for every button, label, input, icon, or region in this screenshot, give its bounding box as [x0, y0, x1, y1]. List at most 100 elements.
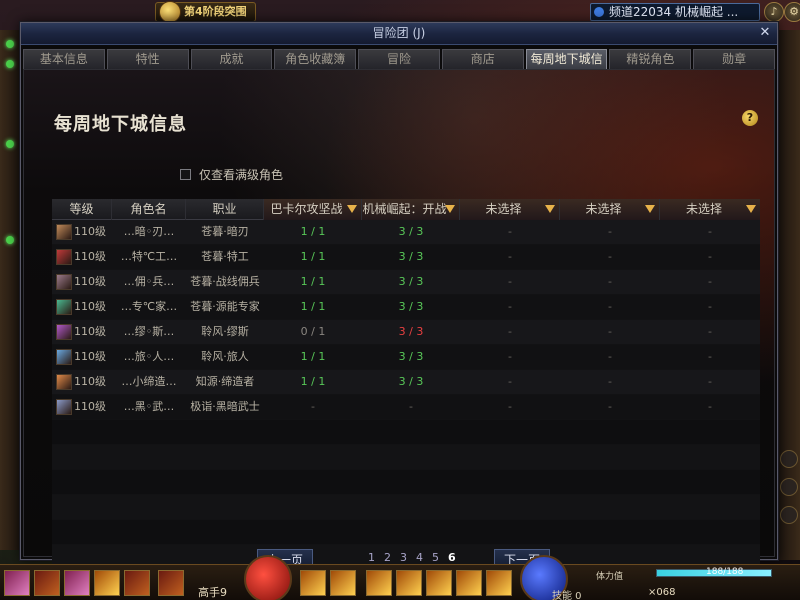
max-level-label: 仅查看满级角色 [199, 168, 284, 182]
skill-slot[interactable] [486, 570, 512, 596]
empty-row [52, 470, 760, 495]
globe-icon [594, 7, 604, 17]
cell-d4: - [608, 375, 612, 388]
bell-icon[interactable]: ♪ [764, 2, 784, 22]
cell-d1: 1 / 1 [300, 375, 326, 388]
page-number[interactable]: 5 [432, 551, 439, 564]
table-row[interactable]: 110级 …旅◦人… 聆风·旅人 1 / 1 3 / 3 - - - [52, 345, 760, 370]
cell-d5: - [708, 250, 712, 263]
skill-slot[interactable] [158, 570, 184, 596]
dungeon-select-3[interactable]: 未选择 [460, 199, 560, 220]
tab-content: 每周地下城信息 ? 仅查看满级角色 等级 角色名 职业 巴卡尔攻坚战 机械崛起：… [23, 69, 775, 590]
cell-d1: 1 / 1 [300, 225, 326, 238]
skill-slot[interactable] [4, 570, 30, 596]
skill-slot[interactable] [34, 570, 60, 596]
cell-d5: - [708, 300, 712, 313]
skill-slot[interactable] [300, 570, 326, 596]
cell-job: 苍暮·战线佣兵 [190, 275, 260, 288]
empty-row [52, 520, 760, 545]
skill-slot[interactable] [94, 570, 120, 596]
cell-job: 知源·缔造者 [195, 375, 255, 388]
tab-elite-characters[interactable]: 精锐角色 [609, 49, 692, 69]
close-icon[interactable]: ✕ [757, 25, 773, 41]
cell-d5: - [708, 275, 712, 288]
help-icon[interactable]: ? [742, 110, 758, 126]
medal-icon [159, 1, 181, 23]
max-level-filter[interactable]: 仅查看满级角色 [180, 166, 283, 183]
stage-badge[interactable]: 第4阶段突围 [155, 1, 256, 23]
channel-indicator[interactable]: 频道22034 机械崛起 ... [590, 3, 760, 21]
character-avatar-icon [56, 249, 72, 265]
skill-slot[interactable] [426, 570, 452, 596]
page-number[interactable]: 1 [368, 551, 375, 564]
right-side-panel [778, 30, 800, 560]
skill-slot[interactable] [64, 570, 90, 596]
cell-d5: - [708, 225, 712, 238]
cell-name: …特℃工… [120, 250, 178, 263]
skill-slot[interactable] [124, 570, 150, 596]
dungeon-select-5[interactable]: 未选择 [660, 199, 760, 220]
cell-d3: - [508, 350, 512, 363]
character-avatar-icon [56, 349, 72, 365]
dungeon-select-4[interactable]: 未选择 [560, 199, 660, 220]
cell-level: 110级 [52, 245, 112, 269]
page-number[interactable]: 6 [448, 551, 456, 564]
skill-slot[interactable] [396, 570, 422, 596]
tab-achievements[interactable]: 成就 [190, 49, 273, 69]
empty-row [52, 420, 760, 445]
tab-character-collection[interactable]: 角色收藏簿 [274, 49, 357, 69]
cell-d5: - [708, 400, 712, 413]
cell-d3: - [508, 400, 512, 413]
cell-d4: - [608, 350, 612, 363]
table-row[interactable]: 110级 …小缔造… 知源·缔造者 1 / 1 3 / 3 - - - [52, 370, 760, 395]
table-row[interactable]: 110级 …专℃家… 苍暮·源能专家 1 / 1 3 / 3 - - - [52, 295, 760, 320]
cell-job: 苍暮·特工 [201, 250, 249, 263]
window-title-bar[interactable]: 冒险团 (J) ✕ [21, 23, 777, 45]
level-text: 110级 [74, 250, 106, 263]
page-number[interactable]: 2 [384, 551, 391, 564]
tab-adventure[interactable]: 冒险 [358, 49, 440, 69]
cell-job: 苍暮·源能专家 [190, 300, 260, 313]
skill-slot[interactable] [456, 570, 482, 596]
side-round-button[interactable] [780, 450, 798, 468]
level-text: 110级 [74, 375, 106, 388]
table-row[interactable]: 110级 …黑◦武… 极诣·黑暗武士 - - - - - [52, 395, 760, 420]
page-number[interactable]: 4 [416, 551, 423, 564]
column-header-job: 职业 [186, 199, 264, 220]
hotkey-label: 高手9 [198, 586, 227, 599]
skill-slot[interactable] [366, 570, 392, 596]
tab-weekly-dungeon-info[interactable]: 每周地下城信息 [525, 49, 608, 85]
dungeon-select-2[interactable]: 机械崛起：开战 [362, 199, 460, 220]
max-level-checkbox[interactable] [180, 169, 191, 180]
dungeon-select-5-label: 未选择 [685, 202, 722, 216]
status-dot-icon [6, 40, 14, 48]
table-row[interactable]: 110级 …缪◦斯… 聆风·缪斯 0 / 1 3 / 3 - - - [52, 320, 760, 345]
side-round-button[interactable] [780, 478, 798, 496]
cell-d3: - [508, 250, 512, 263]
cell-d3: - [508, 275, 512, 288]
tab-shop[interactable]: 商店 [441, 49, 524, 69]
table-row[interactable]: 110级 …佣◦兵… 苍暮·战线佣兵 1 / 1 3 / 3 - - - [52, 270, 760, 295]
stage-badge-label: 第4阶段突围 [184, 5, 247, 18]
settings-icon[interactable]: ⚙ [784, 2, 800, 22]
level-text: 110级 [74, 325, 106, 338]
skill-slot[interactable] [330, 570, 356, 596]
cell-d3: - [508, 300, 512, 313]
dungeon-select-1[interactable]: 巴卡尔攻坚战 [264, 199, 362, 220]
tab-medals[interactable]: 勋章 [693, 49, 776, 69]
cell-d2: 3 / 3 [398, 225, 424, 238]
page-number[interactable]: 3 [400, 551, 407, 564]
level-text: 110级 [74, 225, 106, 238]
skill-points: 技能 0 [552, 591, 582, 600]
cell-name: …暗◦刃… [123, 225, 175, 238]
cell-d5: - [708, 375, 712, 388]
side-round-button[interactable] [780, 506, 798, 524]
cell-d2: 3 / 3 [398, 250, 424, 263]
table-row[interactable]: 110级 …特℃工… 苍暮·特工 1 / 1 3 / 3 - - - [52, 245, 760, 270]
tab-basic-info[interactable]: 基本信息 [23, 49, 105, 69]
character-avatar-icon [56, 274, 72, 290]
channel-label: 频道22034 机械崛起 ... [609, 5, 739, 19]
table-row[interactable]: 110级 …暗◦刃… 苍暮·暗刃 1 / 1 3 / 3 - - - [52, 220, 760, 245]
cell-job: 聆风·旅人 [201, 350, 249, 363]
tab-traits[interactable]: 特性 [106, 49, 189, 69]
